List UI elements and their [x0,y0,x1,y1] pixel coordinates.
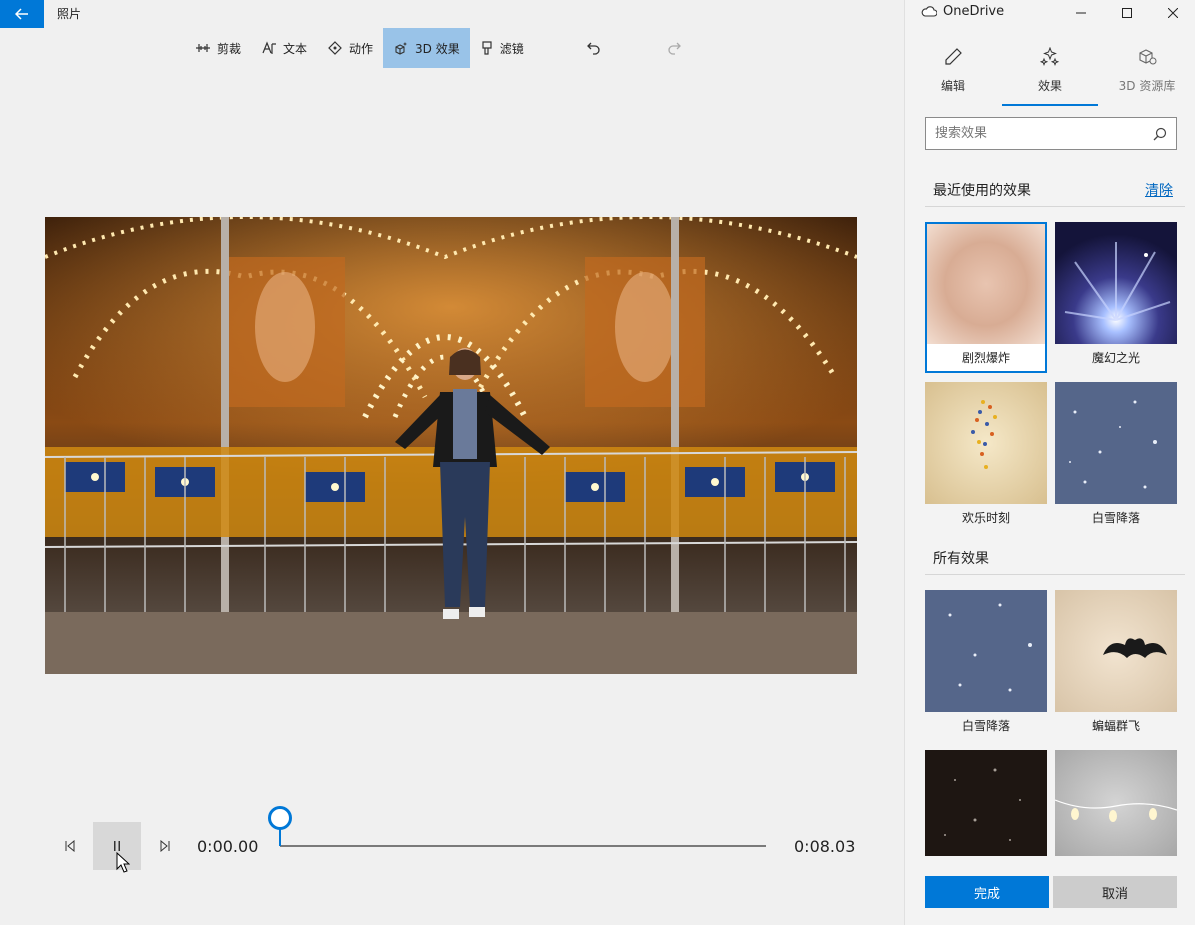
effect-card-dust[interactable] [925,750,1047,856]
pause-icon [114,841,120,851]
maximize-button[interactable] [1104,0,1150,26]
3d-library-icon [1139,49,1157,65]
panel-tabs: 编辑 效果 3D 资源库 [905,38,1195,106]
effect-thumbnail [925,750,1047,856]
search-input[interactable] [926,118,1136,149]
undo-icon [586,42,600,55]
onedrive-status[interactable]: OneDrive [921,4,1004,19]
cloud-icon [921,6,937,17]
step-forward-icon [160,840,170,852]
effect-thumbnail [925,382,1047,504]
effect-thumbnail [1055,382,1177,504]
tool-text-label: 文本 [283,41,308,56]
back-button[interactable] [0,0,44,28]
app-title: 照片 [57,7,82,21]
filter-icon [482,41,492,55]
effects-search [925,117,1177,150]
photos-app-window: 照片 剪裁 文本 动作 3D 效果 滤镜 0:00.00 0:08.03 One… [0,0,1195,925]
redo-button[interactable] [654,28,700,68]
playhead-handle[interactable] [268,806,292,830]
close-button[interactable] [1150,0,1195,26]
tool-3d-effects[interactable]: 3D 效果 [383,28,470,68]
effect-card-string-lights[interactable] [1055,750,1177,856]
minimize-icon [1076,12,1086,14]
section-divider [925,574,1185,575]
effect-label: 白雪降落 [961,719,1010,733]
tab-3d-library[interactable]: 3D 资源库 [1099,38,1195,106]
undo-button[interactable] [574,28,620,68]
search-icon[interactable] [1153,127,1167,141]
current-time: 0:00.00 [197,837,259,856]
timeline-track[interactable] [280,845,766,847]
effect-card-magic-light[interactable]: 魔幻之光 [1055,222,1177,373]
all-effects-title: 所有效果 [933,551,989,567]
mouse-cursor-icon [116,852,130,873]
tool-3d-effects-label: 3D 效果 [415,41,460,56]
effect-label: 欢乐时刻 [961,511,1010,525]
section-divider [925,206,1185,207]
redo-icon [668,42,681,55]
arrow-left-icon [15,8,28,20]
effect-card-happy-moment[interactable]: 欢乐时刻 [925,382,1047,533]
3d-effects-icon [395,42,408,55]
effect-thumbnail [1055,590,1177,712]
tool-motion-label: 动作 [349,41,374,56]
maximize-icon [1122,8,1132,18]
close-icon [1168,8,1178,18]
effect-card-snowfall-all[interactable]: 白雪降落 [925,590,1047,741]
tool-trim[interactable]: 剪裁 [185,28,251,68]
effect-card-bats[interactable]: 蝙蝠群飞 [1055,590,1177,741]
tab-edit[interactable]: 编辑 [905,38,1001,106]
tool-text[interactable]: 文本 [251,28,317,68]
effect-card-explosion[interactable]: 剧烈爆炸 [925,222,1047,373]
end-time: 0:08.03 [794,837,856,856]
effect-thumbnail [927,224,1045,344]
effect-label: 蝙蝠群飞 [1091,719,1140,733]
effect-thumbnail [1055,222,1177,344]
tab-3d-library-label: 3D 资源库 [1118,79,1176,93]
onedrive-label: OneDrive [943,4,1005,19]
effect-thumbnail [1055,750,1177,856]
minimize-button[interactable] [1058,0,1104,26]
step-back-icon [65,840,75,852]
tab-effects[interactable]: 效果 [1002,38,1098,106]
carousel-photo [45,217,857,674]
active-tab-indicator [1002,104,1098,106]
tool-motion[interactable]: 动作 [317,28,383,68]
playhead-stem [279,828,281,846]
editing-toolbar: 剪裁 文本 动作 3D 效果 滤镜 [185,28,700,68]
text-icon [262,41,277,54]
next-frame-button[interactable] [151,832,179,860]
recent-effects-title: 最近使用的效果 [933,183,1031,199]
motion-icon [328,41,342,55]
effect-label: 魔幻之光 [1091,351,1140,365]
tab-edit-label: 编辑 [940,79,965,93]
effect-thumbnail [925,590,1047,712]
effect-label: 剧烈爆炸 [961,351,1010,365]
tab-effects-label: 效果 [1037,79,1062,93]
video-preview [45,217,857,674]
effect-card-snowfall[interactable]: 白雪降落 [1055,382,1177,533]
pencil-icon [945,48,962,65]
sparkle-icon [1040,47,1060,66]
trim-icon [196,44,210,52]
cancel-button[interactable]: 取消 [1053,876,1177,908]
tool-filter-label: 滤镜 [499,41,524,56]
done-button[interactable]: 完成 [925,876,1049,908]
tool-trim-label: 剪裁 [217,41,242,56]
tool-filter[interactable]: 滤镜 [470,28,534,68]
previous-frame-button[interactable] [56,832,84,860]
clear-recent-link[interactable]: 清除 [1145,180,1173,200]
effect-label: 白雪降落 [1091,511,1140,525]
